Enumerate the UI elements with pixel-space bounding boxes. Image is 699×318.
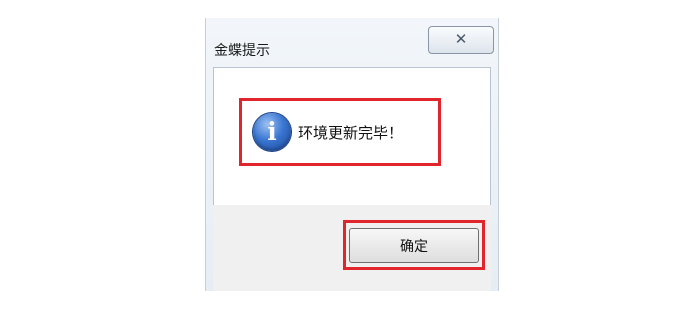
ok-button[interactable]: 确定 [349, 228, 479, 263]
ok-button-highlight: 确定 [343, 220, 485, 270]
close-button[interactable]: ✕ [428, 26, 494, 54]
info-icon: i [253, 113, 291, 151]
title-bar: 金蝶提示 ✕ [206, 18, 498, 66]
message-highlight: i 环境更新完毕！ [239, 98, 441, 166]
dialog-title: 金蝶提示 [214, 43, 270, 59]
dialog-message: 环境更新完毕！ [298, 124, 404, 142]
close-icon: ✕ [454, 30, 468, 48]
